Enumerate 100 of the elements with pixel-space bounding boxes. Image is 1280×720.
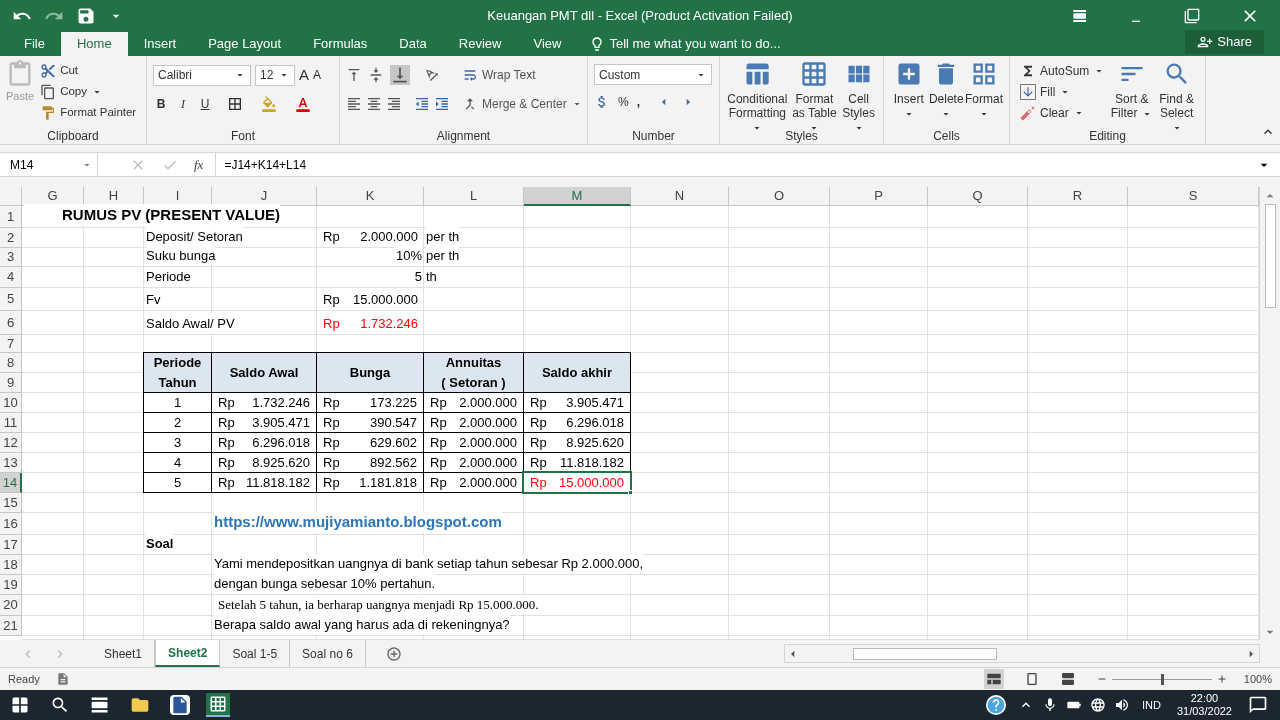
row-heading[interactable]: 13 (0, 453, 22, 473)
document-app-icon[interactable] (170, 695, 190, 715)
table-grid-icon[interactable] (800, 60, 829, 88)
ribbon-tab[interactable]: File (8, 32, 61, 56)
align-center-icon[interactable] (366, 95, 382, 112)
cells-button[interactable]: Delete (927, 60, 965, 127)
ribbon-tab[interactable]: Review (442, 32, 518, 56)
input-language[interactable]: IND (1142, 696, 1161, 714)
copy-icon[interactable] (40, 83, 57, 100)
macro-recorder-icon[interactable] (55, 672, 70, 686)
spreadsheet-app-icon[interactable] (206, 693, 230, 717)
comma-button[interactable]: , (636, 93, 640, 111)
scrollbar-thumb[interactable] (1264, 204, 1276, 308)
wrap-text-button[interactable]: Wrap Text (458, 64, 540, 85)
insert-function-button[interactable]: fx (194, 154, 204, 175)
grow-font-button[interactable]: A (299, 64, 309, 87)
column-heading[interactable]: K (317, 187, 424, 206)
format-painter-button[interactable]: Format Painter (36, 102, 141, 123)
editing-button[interactable]: Find & Select (1154, 60, 1199, 127)
align-right-icon[interactable] (386, 95, 402, 112)
ribbon-tab[interactable]: View (517, 32, 578, 56)
row-heading[interactable]: 12 (0, 433, 22, 453)
page-break-view-icon[interactable] (1059, 671, 1076, 687)
row-heading[interactable]: 19 (0, 575, 22, 595)
formula-field[interactable]: =J14+K14+L14 (215, 153, 1256, 176)
ribbon-tab[interactable]: Home (60, 32, 128, 56)
bold-button[interactable]: B (153, 94, 169, 113)
row-heading[interactable]: 15 (0, 493, 22, 513)
merge-center-button[interactable]: Merge & Center (458, 93, 587, 114)
sheet-tab[interactable]: Soal no 6 (290, 640, 366, 667)
bottom-align-icon[interactable] (390, 64, 410, 85)
font-name-field[interactable]: Calibri (153, 64, 251, 86)
clear-button[interactable]: Clear (1016, 102, 1110, 123)
percent-button[interactable]: % (618, 93, 629, 111)
save-icon[interactable] (76, 6, 96, 26)
volume-icon[interactable] (1114, 697, 1130, 713)
row-heading[interactable]: 20 (0, 595, 22, 616)
clock-time[interactable]: 22:00 (1190, 692, 1219, 705)
styles-button[interactable]: Format as Table (788, 60, 841, 127)
paintbrush-icon[interactable] (40, 104, 57, 121)
ribbon-tab[interactable]: Data (383, 32, 443, 56)
column-heading[interactable]: M (524, 187, 631, 206)
align-left-icon[interactable] (346, 95, 362, 112)
fill-down-icon[interactable] (1020, 83, 1036, 100)
row-heading[interactable]: 5 (0, 288, 22, 311)
zoom-level[interactable]: 100% (1243, 670, 1272, 688)
row-heading[interactable]: 10 (0, 393, 22, 413)
zoom-slider-thumb[interactable] (1160, 673, 1164, 685)
row-heading[interactable]: 3 (0, 248, 22, 267)
column-heading[interactable]: R (1028, 187, 1128, 206)
borders-icon[interactable] (227, 95, 243, 112)
editing-button[interactable]: Sort & Filter (1109, 60, 1155, 127)
folder-icon[interactable] (130, 695, 150, 715)
clock-date[interactable]: 31/03/2022 (1176, 705, 1232, 718)
increase-indent-icon[interactable] (434, 95, 450, 112)
normal-view-icon[interactable] (983, 669, 1004, 689)
microphone-icon[interactable] (1042, 697, 1058, 713)
row-heading[interactable]: 17 (0, 535, 22, 555)
column-heading[interactable]: O (729, 187, 830, 206)
task-view-icon[interactable] (90, 695, 110, 715)
new-sheet-icon[interactable] (385, 645, 402, 662)
column-heading[interactable]: G (22, 187, 84, 206)
ribbon-display-icon[interactable] (1072, 8, 1088, 24)
column-heading[interactable]: N (631, 187, 729, 206)
top-align-icon[interactable] (346, 66, 362, 83)
table-cell[interactable]: Rp 15.000.000 (523, 472, 631, 493)
name-box[interactable]: M14 (6, 153, 98, 176)
row-heading[interactable]: 18 (0, 555, 22, 575)
column-heading[interactable]: L (424, 187, 524, 206)
sheet-tab[interactable]: Sheet2 (155, 640, 221, 667)
italic-button[interactable]: I (175, 94, 191, 113)
font-color-icon[interactable] (295, 95, 311, 112)
decrease-indent-icon[interactable] (414, 95, 430, 112)
cut-button[interactable]: Cut (36, 60, 141, 81)
fill-color-icon[interactable] (261, 95, 277, 112)
middle-align-icon[interactable] (368, 66, 384, 83)
start-icon[interactable] (10, 695, 30, 715)
sheet-tab[interactable]: Soal 1-5 (220, 640, 291, 667)
copy-button[interactable]: Copy (36, 81, 141, 102)
horizontal-scrollbar[interactable] (784, 644, 1260, 663)
cells-button[interactable]: Format (964, 60, 1003, 127)
autosum-button[interactable]: AutoSum (1016, 60, 1110, 81)
tell-me-field[interactable]: Tell me what you want to do... (609, 34, 781, 54)
row-heading[interactable]: 7 (0, 335, 22, 353)
ribbon-tab[interactable]: Page Layout (192, 32, 298, 56)
eraser-icon[interactable] (1020, 104, 1036, 121)
row-heading[interactable]: 11 (0, 413, 22, 433)
ribbon-tab[interactable]: Insert (127, 32, 193, 56)
number-format-field[interactable]: Custom (594, 64, 712, 85)
help-icon[interactable] (986, 695, 1006, 715)
row-heading[interactable]: 14 (0, 473, 22, 493)
network-icon[interactable] (1090, 697, 1106, 713)
styles-button[interactable]: Conditional Formatting (726, 60, 789, 127)
ribbon-tab[interactable]: Formulas (297, 32, 384, 56)
scrollbar-thumb[interactable] (853, 647, 997, 660)
row-heading[interactable]: 8 (0, 353, 22, 373)
column-heading[interactable]: J (212, 187, 317, 206)
column-heading[interactable]: Q (928, 187, 1028, 206)
shrink-font-button[interactable]: A (313, 66, 322, 85)
column-heading[interactable]: P (830, 187, 928, 206)
